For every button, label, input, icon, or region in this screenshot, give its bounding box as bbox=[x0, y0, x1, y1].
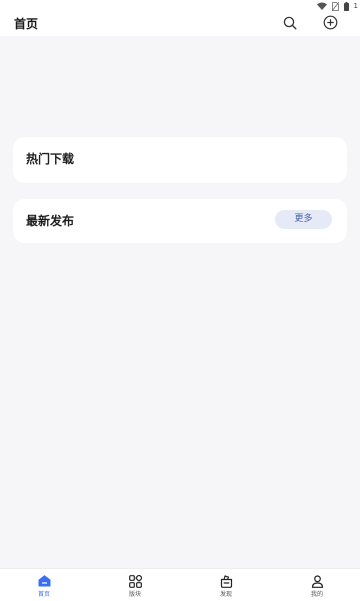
nav-label-mine: 我的 bbox=[310, 591, 323, 598]
nav-item-mine[interactable]: 我的 bbox=[287, 569, 347, 601]
status-icons: 1 bbox=[316, 0, 360, 12]
top-app-bar: 首页 bbox=[0, 12, 360, 36]
no-sim-icon bbox=[331, 1, 339, 11]
hot-downloads-card: 热门下载 bbox=[13, 137, 347, 183]
battery-level: 1 bbox=[353, 2, 358, 10]
nav-item-home[interactable]: 首页 bbox=[14, 569, 74, 601]
discover-icon bbox=[220, 574, 233, 588]
hot-downloads-title: 热门下载 bbox=[26, 152, 75, 166]
latest-releases-card: 最新发布 更多 bbox=[13, 199, 347, 243]
nav-item-discover[interactable]: 发现 bbox=[196, 569, 256, 601]
more-button[interactable]: 更多 bbox=[275, 210, 332, 229]
home-icon bbox=[38, 574, 51, 588]
battery-icon bbox=[343, 1, 349, 11]
search-icon bbox=[283, 15, 297, 34]
status-bar: 1 bbox=[0, 0, 360, 12]
nav-label-discover: 发现 bbox=[219, 591, 232, 598]
nav-item-block[interactable]: 版块 bbox=[105, 569, 165, 601]
nav-label-home: 首页 bbox=[37, 591, 50, 598]
add-circle-icon bbox=[323, 15, 338, 34]
wifi-icon bbox=[316, 2, 327, 10]
nav-label-block: 版块 bbox=[128, 591, 141, 598]
person-icon bbox=[311, 574, 324, 588]
page-title: 首页 bbox=[14, 17, 39, 31]
search-button[interactable] bbox=[280, 14, 300, 34]
latest-releases-title: 最新发布 bbox=[26, 214, 75, 228]
bottom-nav: 首页 版块 发现 我的 bbox=[0, 568, 360, 601]
grid-icon bbox=[128, 574, 142, 588]
add-button[interactable] bbox=[320, 14, 340, 34]
